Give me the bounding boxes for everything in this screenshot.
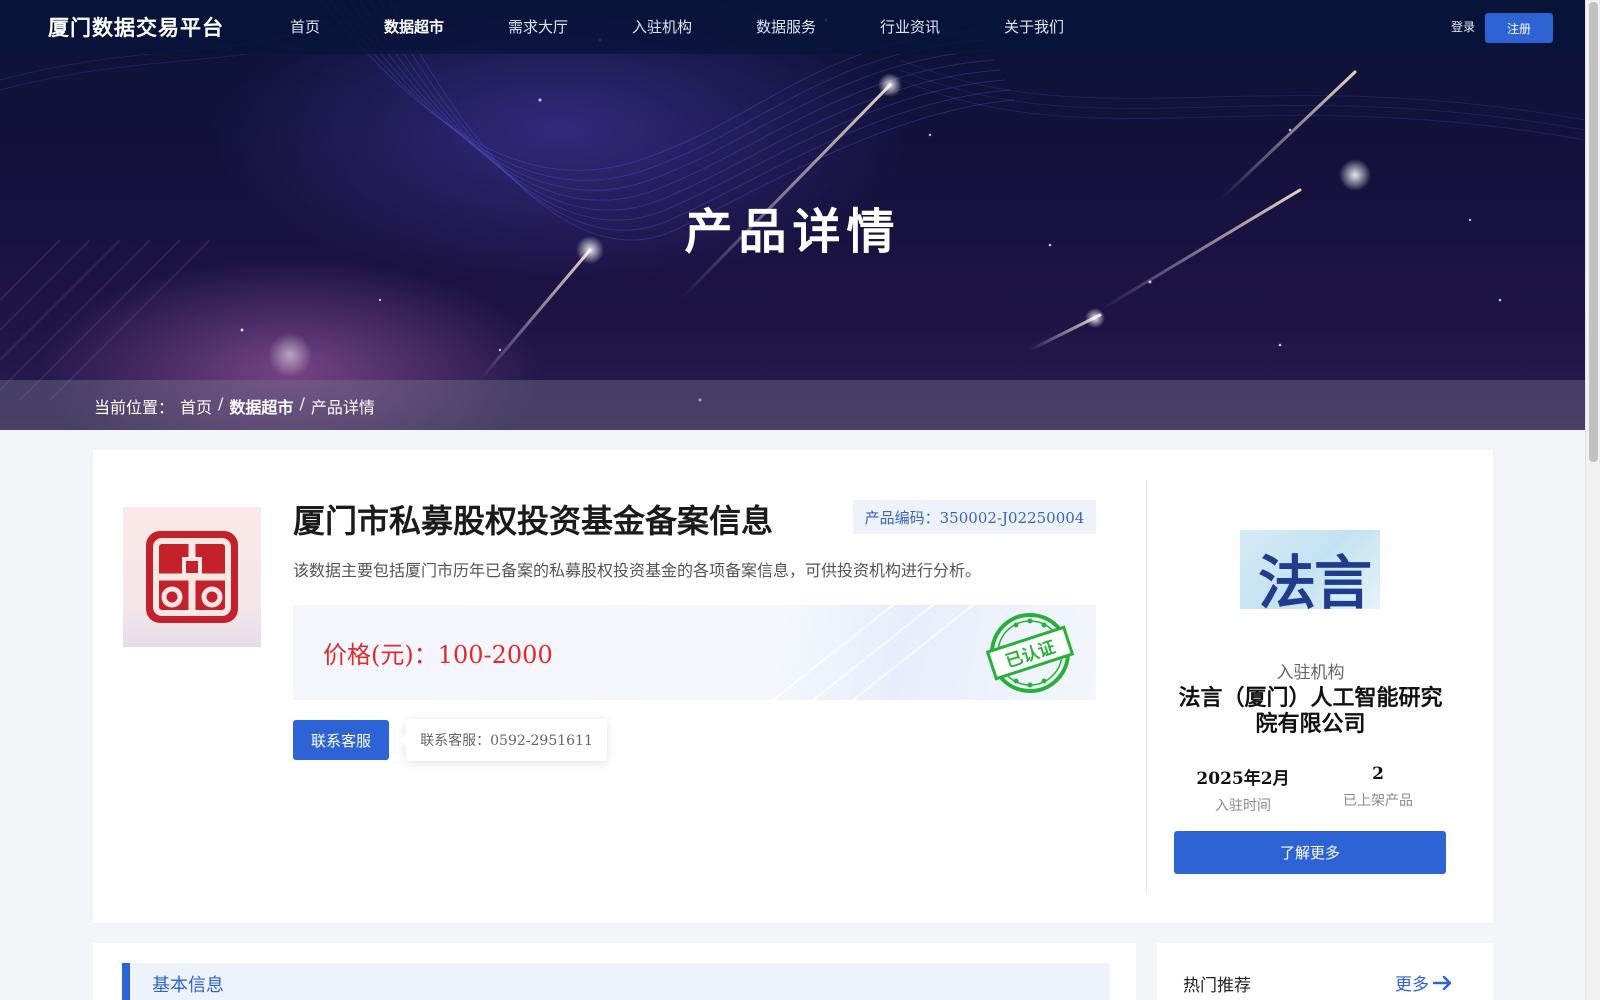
site-logo[interactable]: 厦门数据交易平台 [48,12,224,42]
product-logo [123,507,261,647]
product-code: 产品编码：350002-J02250004 [853,500,1096,534]
breadcrumb-data-market[interactable]: 数据超市 [229,394,293,418]
scrollbar-thumb[interactable] [1589,2,1598,462]
nav-item-home[interactable]: 首页 [290,16,320,37]
hot-more-label: 更多 [1395,975,1429,995]
org-label: 入驻机构 [1276,663,1345,683]
top-navbar: 厦门数据交易平台 首页 数据超市 需求大厅 入驻机构 数据服务 行业资讯 关于我… [0,0,1585,54]
seal-logo-icon [146,531,238,623]
price-box: 价格(元)：100-2000 已认证 [293,605,1096,700]
nav-item-demand-hall[interactable]: 需求大厅 [508,16,568,37]
stat-value: 2 [1372,764,1384,784]
basic-info-header: 基本信息 [122,963,1110,1000]
breadcrumb: 当前位置： 首页 / 数据超市 / 产品详情 [94,394,375,418]
basic-info-card: 基本信息 [93,943,1136,1000]
breadcrumb-prefix: 当前位置： [94,398,175,417]
nav-item-data-market[interactable]: 数据超市 [384,16,444,37]
stat-products-listed: 2 已上架产品 [1318,764,1438,810]
arrow-right-icon [1433,975,1452,990]
hot-recommend-title: 热门推荐 [1183,976,1251,996]
stat-label: 已上架产品 [1343,793,1413,809]
basic-info-title: 基本信息 [152,975,224,996]
hot-more-link[interactable]: 更多 [1395,970,1453,995]
breadcrumb-home[interactable]: 首页 [180,394,212,418]
vertical-divider [1146,480,1147,893]
learn-more-button[interactable]: 了解更多 [1174,831,1446,874]
breadcrumb-separator: / [299,394,305,413]
breadcrumb-bar: 当前位置： 首页 / 数据超市 / 产品详情 [0,380,1585,430]
hero-title: 产品详情 [684,204,901,260]
nav-item-data-services[interactable]: 数据服务 [756,16,816,37]
stat-label: 入驻时间 [1215,798,1271,814]
contact-service-button[interactable]: 联系客服 [293,720,389,760]
certified-stamp-icon: 已认证 [986,613,1074,693]
nav-item-institutions[interactable]: 入驻机构 [632,16,692,37]
org-logo-text: 法言 [1258,549,1372,609]
breadcrumb-current: 产品详情 [310,398,375,417]
login-link[interactable]: 登录 [1451,18,1475,35]
org-name: 法言（厦门）人工智能研究院有限公司 [1178,685,1443,737]
contact-service-tooltip: 联系客服：0592-2951611 [400,719,607,761]
product-description: 该数据主要包括厦门市历年已备案的私募股权投资基金的各项备案信息，可供投资机构进行… [293,561,982,580]
product-card: 厦门市私募股权投资基金备案信息 产品编码：350002-J02250004 该数… [93,450,1493,923]
stat-join-date: 2025年2月 入驻时间 [1183,764,1303,815]
register-button[interactable]: 注册 [1485,13,1553,43]
product-title: 厦门市私募股权投资基金备案信息 [293,502,774,540]
nav-item-about[interactable]: 关于我们 [1004,16,1064,37]
breadcrumb-separator: / [218,394,224,413]
hot-recommend-card: 热门推荐 更多 [1157,943,1493,1000]
page-scrollbar[interactable] [1585,0,1600,1000]
hero-banner: 厦门数据交易平台 首页 数据超市 需求大厅 入驻机构 数据服务 行业资讯 关于我… [0,0,1585,430]
org-logo: 法言 [1240,530,1380,609]
nav-item-industry-news[interactable]: 行业资讯 [880,16,940,37]
stat-value: 2025年2月 [1196,769,1290,789]
price-text: 价格(元)：100-2000 [323,641,553,669]
